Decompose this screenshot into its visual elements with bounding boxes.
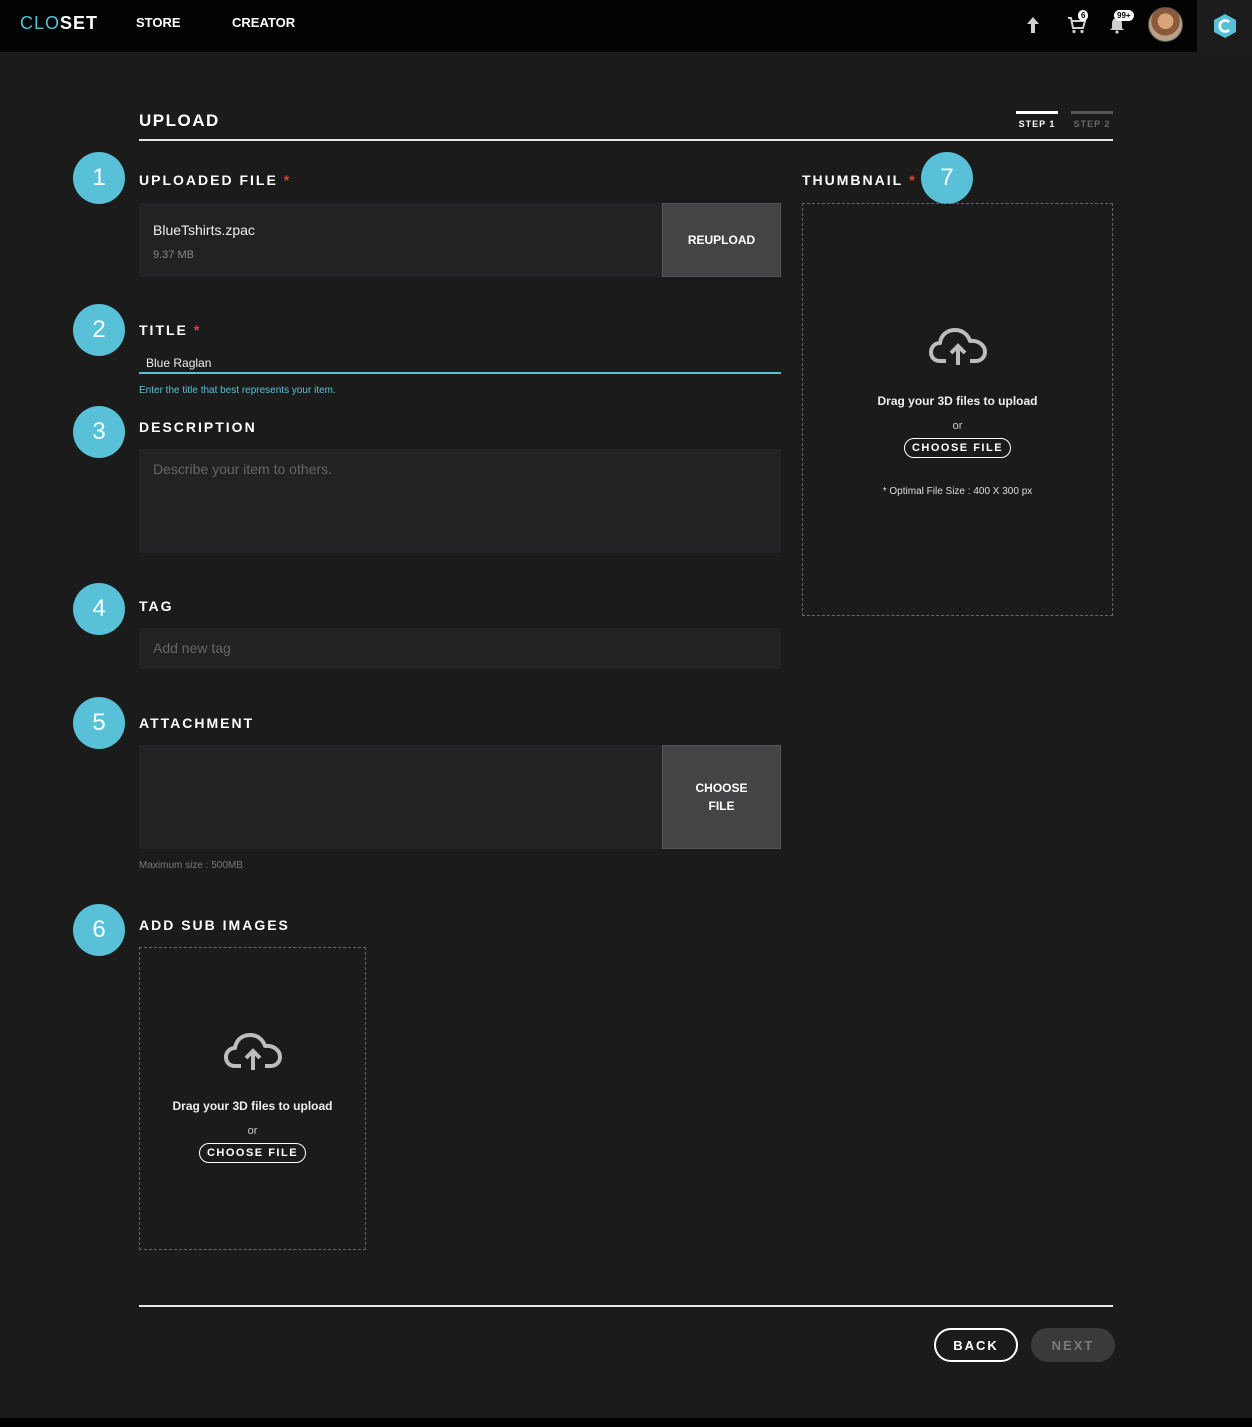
title-helper-text: Enter the title that best represents you… — [139, 385, 336, 396]
nav-creator-link[interactable]: CREATOR — [232, 15, 295, 30]
nav-store-link[interactable]: STORE — [136, 15, 181, 30]
thumbnail-or-text: or — [952, 420, 963, 432]
callout-marker-2: 2 — [73, 304, 125, 356]
step-2-indicator: STEP 2 — [1071, 111, 1113, 129]
callout-marker-7: 7 — [921, 152, 973, 204]
notification-count-badge: 99+ — [1114, 10, 1134, 21]
upload-arrow-icon[interactable] — [1020, 12, 1046, 38]
required-asterisk: * — [193, 322, 202, 338]
sub-images-label: ADD SUB IMAGES — [139, 917, 290, 933]
app-logo-icon — [1213, 14, 1236, 38]
required-asterisk: * — [909, 172, 917, 188]
sub-images-drop-text: Drag your 3D files to upload — [172, 1099, 333, 1113]
bell-icon[interactable]: 99+ — [1104, 10, 1134, 38]
thumbnail-label-text: THUMBNAIL — [802, 172, 904, 188]
choose-file-line1: CHOOSE — [695, 781, 748, 795]
closet-logo[interactable]: CLOSET — [20, 13, 98, 34]
choose-file-line2: FILE — [708, 799, 735, 813]
sub-images-choose-file-button[interactable]: CHOOSE FILE — [198, 1143, 307, 1163]
next-button[interactable]: NEXT — [1031, 1328, 1115, 1362]
thumbnail-size-note: * Optimal File Size : 400 X 300 px — [882, 486, 1033, 497]
file-size: 9.37 MB — [153, 249, 194, 261]
callout-marker-4: 4 — [73, 583, 125, 635]
tag-label: TAG — [139, 598, 174, 614]
title-label-text: TITLE — [139, 322, 188, 338]
description-label: DESCRIPTION — [139, 419, 257, 435]
title-input[interactable]: Blue Raglan — [139, 350, 781, 374]
uploaded-file-label: UPLOADED FILE * — [139, 172, 291, 188]
app-switcher[interactable] — [1197, 0, 1252, 52]
tag-input[interactable]: Add new tag — [139, 628, 781, 669]
title-label: TITLE * — [139, 322, 201, 338]
bottom-strip — [0, 1418, 1252, 1427]
step-1-indicator: STEP 1 — [1016, 111, 1058, 129]
callout-marker-5: 5 — [73, 697, 125, 749]
back-button[interactable]: BACK — [934, 1328, 1018, 1362]
thumbnail-dropzone[interactable]: Drag your 3D files to upload or CHOOSE F… — [802, 203, 1113, 616]
file-name: BlueTshirts.zpac — [153, 222, 255, 238]
logo-set-text: SET — [60, 13, 99, 33]
cart-icon[interactable]: 6 — [1064, 10, 1090, 38]
callout-marker-1: 1 — [73, 152, 125, 204]
thumbnail-choose-file-button[interactable]: CHOOSE FILE — [903, 438, 1012, 458]
title-divider — [139, 139, 1113, 141]
required-asterisk: * — [283, 172, 292, 188]
thumbnail-drop-text: Drag your 3D files to upload — [877, 394, 1038, 408]
cloud-upload-icon — [803, 325, 1112, 372]
page-title: UPLOAD — [139, 111, 220, 130]
logo-clo-text: CLO — [20, 13, 61, 33]
reupload-button[interactable]: REUPLOAD — [662, 203, 781, 277]
thumbnail-label: THUMBNAIL * — [802, 172, 917, 188]
callout-marker-6: 6 — [73, 904, 125, 956]
uploaded-file-label-text: UPLOADED FILE — [139, 172, 278, 188]
attachment-size-helper: Maximum size : 500MB — [139, 860, 243, 871]
attachment-choose-file-button[interactable]: CHOOSE FILE — [662, 745, 781, 849]
footer-divider — [139, 1305, 1113, 1307]
sub-images-dropzone[interactable]: Drag your 3D files to upload or CHOOSE F… — [139, 947, 366, 1250]
top-navigation-bar: CLOSET STORE CREATOR 6 99+ — [0, 0, 1252, 52]
avatar[interactable] — [1148, 7, 1183, 42]
sub-images-or-text: or — [247, 1125, 258, 1137]
callout-marker-3: 3 — [73, 406, 125, 458]
description-textarea[interactable]: Describe your item to others. — [139, 449, 781, 553]
attachment-label: ATTACHMENT — [139, 715, 255, 731]
cloud-upload-icon — [140, 1030, 365, 1077]
